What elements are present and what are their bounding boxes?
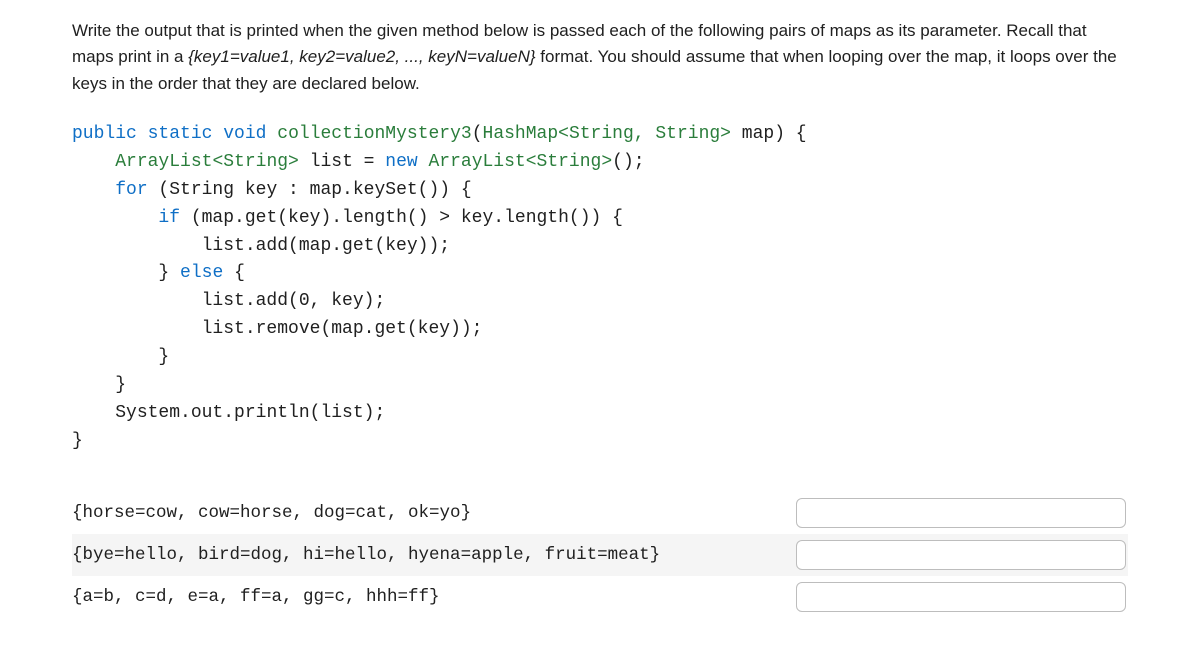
row-prompt: {bye=hello, bird=dog, hi=hello, hyena=ap… bbox=[72, 534, 788, 576]
ctor: (); bbox=[612, 152, 644, 172]
brace-close-for: } bbox=[115, 375, 126, 395]
param: map) { bbox=[731, 124, 807, 144]
kw-public: public bbox=[72, 124, 137, 144]
kw-void: void bbox=[223, 124, 266, 144]
kw-for: for bbox=[115, 180, 147, 200]
if-head: (map.get(key).length() > key.length()) { bbox=[180, 208, 623, 228]
kw-static: static bbox=[148, 124, 213, 144]
table-row: {a=b, c=d, e=a, ff=a, gg=c, hhh=ff} bbox=[72, 576, 1128, 618]
instructions-text: Write the output that is printed when th… bbox=[72, 18, 1128, 97]
brace-close-method: } bbox=[72, 431, 83, 451]
kw-else: else bbox=[180, 263, 223, 283]
row-input-cell bbox=[788, 492, 1128, 534]
for-head: (String key : map.keySet()) { bbox=[148, 180, 472, 200]
instructions-format: {key1=value1, key2=value2, ..., keyN=val… bbox=[188, 47, 535, 66]
answer-input-2[interactable] bbox=[796, 540, 1126, 570]
add-val: list.add(map.get(key)); bbox=[202, 236, 450, 256]
answer-input-1[interactable] bbox=[796, 498, 1126, 528]
row-input-cell bbox=[788, 534, 1128, 576]
row-input-cell bbox=[788, 576, 1128, 618]
type-generic2: <String> bbox=[212, 152, 298, 172]
println: System.out.println(list); bbox=[115, 403, 385, 423]
answer-input-3[interactable] bbox=[796, 582, 1126, 612]
brace-close-if: } bbox=[158, 263, 169, 283]
answer-table: {horse=cow, cow=horse, dog=cat, ok=yo} {… bbox=[72, 492, 1128, 618]
sig-open: ( bbox=[472, 124, 483, 144]
type-arraylist2: ArrayList bbox=[429, 152, 526, 172]
decl: list = bbox=[299, 152, 385, 172]
else-head: { bbox=[223, 263, 245, 283]
add-key: list.add(0, key); bbox=[202, 291, 386, 311]
type-generic1: <String, String> bbox=[558, 124, 731, 144]
brace-close-else: } bbox=[158, 347, 169, 367]
row-prompt: {horse=cow, cow=horse, dog=cat, ok=yo} bbox=[72, 492, 788, 534]
table-row: {horse=cow, cow=horse, dog=cat, ok=yo} bbox=[72, 492, 1128, 534]
remove-val: list.remove(map.get(key)); bbox=[202, 319, 483, 339]
type-arraylist: ArrayList bbox=[115, 152, 212, 172]
type-generic3: <String> bbox=[526, 152, 612, 172]
type-hashmap: HashMap bbox=[483, 124, 559, 144]
code-block: public static void collectionMystery3(Ha… bbox=[72, 121, 1128, 456]
table-row: {bye=hello, bird=dog, hi=hello, hyena=ap… bbox=[72, 534, 1128, 576]
kw-if: if bbox=[158, 208, 180, 228]
kw-new: new bbox=[385, 152, 417, 172]
method-name: collectionMystery3 bbox=[277, 124, 471, 144]
row-prompt: {a=b, c=d, e=a, ff=a, gg=c, hhh=ff} bbox=[72, 576, 788, 618]
